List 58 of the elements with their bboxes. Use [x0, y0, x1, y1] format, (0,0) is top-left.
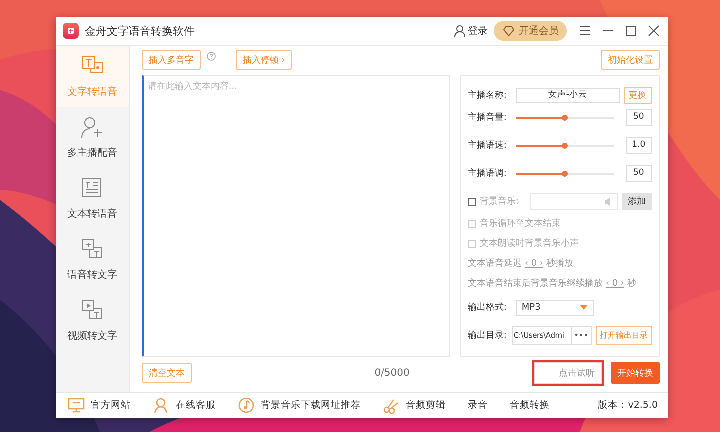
maximize-icon	[625, 25, 637, 37]
output-folder-label: 输出目录:	[468, 330, 508, 342]
sidebar-item[interactable]: 视频转文字	[56, 290, 129, 351]
user-icon	[454, 25, 466, 37]
video-to-text-icon	[80, 298, 105, 320]
slider-label: 主播语调:	[468, 168, 508, 180]
close-icon	[648, 25, 660, 37]
delay-unit: 秒	[628, 278, 637, 290]
text-input-field[interactable]: 请在此输入文本内容...	[142, 75, 450, 357]
slider-thumb[interactable]	[562, 142, 568, 148]
delay-unit: 秒播放	[546, 258, 574, 270]
background-music-label: 背景音乐:	[480, 196, 520, 208]
format-dropdown[interactable]: MP3	[516, 300, 594, 316]
logo-icon	[66, 26, 76, 36]
menu-icon	[579, 25, 591, 37]
version-label: 版本：v2.5.0	[598, 399, 658, 412]
music-note-icon	[238, 397, 255, 414]
window-title: 金舟文字语音转换软件	[85, 24, 196, 38]
slider-thumb[interactable]	[562, 170, 568, 176]
character-counter: 0/5000	[374, 368, 410, 378]
login-link[interactable]: 登录	[468, 24, 488, 38]
footer-link[interactable]: 在线客服	[176, 399, 216, 412]
speaker-icon	[604, 196, 611, 206]
footer-link[interactable]: 录音	[468, 399, 488, 412]
output-format-label: 输出格式:	[468, 302, 508, 314]
scissors-icon	[383, 397, 400, 414]
dropdown-arrow-icon	[580, 305, 588, 310]
slider-value-field[interactable]: 1.0	[626, 137, 652, 154]
background-music-field[interactable]	[530, 193, 618, 210]
text-to-speech-icon	[80, 54, 105, 76]
checkbox[interactable]	[468, 198, 476, 206]
add-music-button[interactable]: 添加	[622, 193, 652, 210]
slider-label: 主播语速:	[468, 140, 508, 152]
vip-button[interactable]: 开通会员	[494, 21, 567, 41]
footer-link[interactable]: 背景音乐下载网址推荐	[261, 399, 361, 412]
speech-to-text-icon	[80, 238, 105, 260]
option-label: 音乐循环至文本结束	[480, 218, 561, 230]
option-label: 文本朗读时背景音乐小声	[480, 238, 579, 250]
help-icon	[206, 52, 216, 60]
sidebar-item[interactable]: 语音转文字	[56, 229, 129, 290]
delay-label: 文本语音结束后背景音乐继续播放	[468, 278, 603, 290]
sidebar-item[interactable]: 多主播配音	[56, 107, 129, 168]
footer-link[interactable]: 音频转换	[510, 399, 550, 412]
sidebar-item[interactable]: 文本转语音	[56, 168, 129, 229]
monitor-icon	[68, 397, 85, 414]
person-icon	[153, 397, 170, 414]
diamond-icon	[502, 26, 516, 36]
add-person-icon	[80, 116, 105, 138]
footer-link[interactable]: 音频剪辑	[406, 399, 446, 412]
anchor-name-field: 女声-小云	[516, 88, 620, 103]
anchor-name-label: 主播名称:	[468, 90, 508, 102]
browse-button[interactable]: •••	[572, 326, 592, 345]
delay-label: 文本语音延迟	[468, 258, 522, 270]
slider-label: 主播音量:	[468, 112, 508, 124]
footer-link[interactable]: 官方网站	[91, 399, 131, 412]
slider-thumb[interactable]	[562, 114, 568, 120]
slider-value-field[interactable]: 50	[626, 109, 652, 126]
slider-value-field[interactable]: 50	[626, 165, 652, 182]
